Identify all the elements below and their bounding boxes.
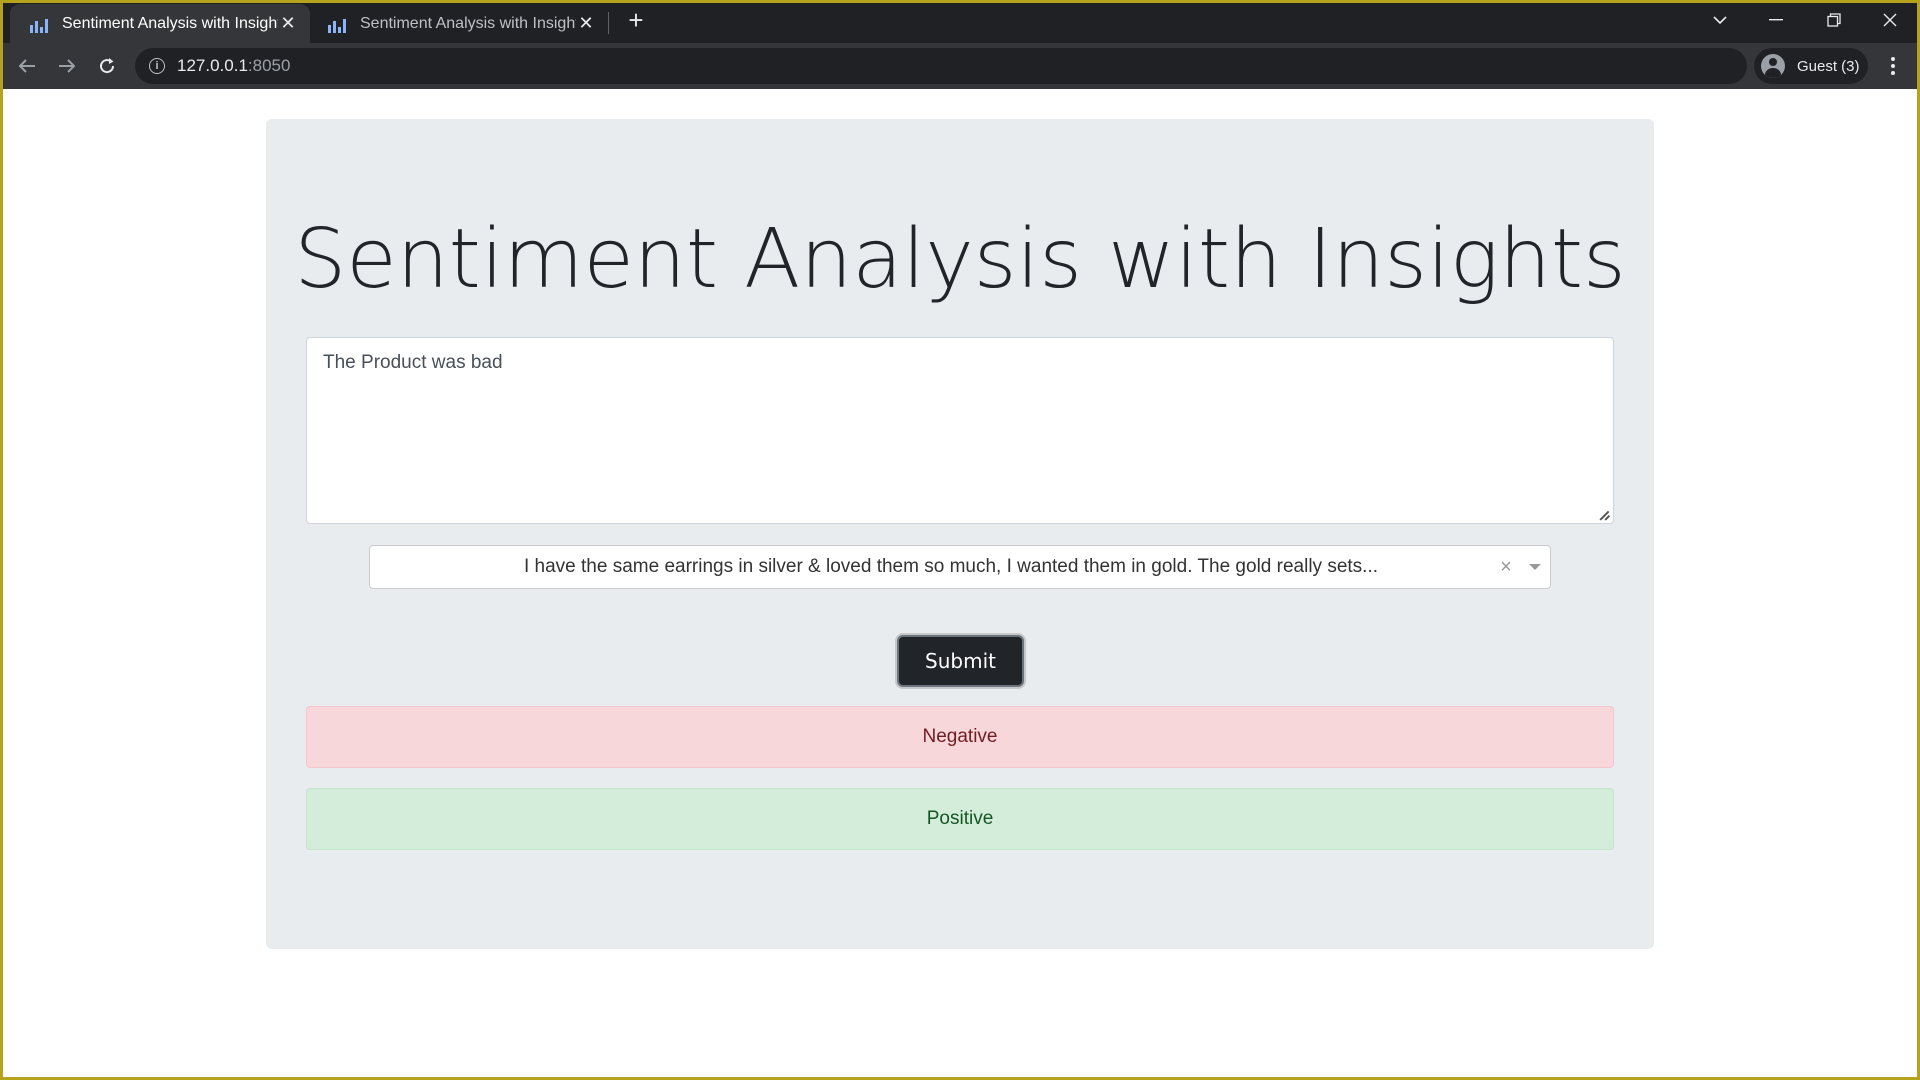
tab-inactive[interactable]: Sentiment Analysis with Insights ✕ [308, 4, 608, 43]
profile-button[interactable]: Guest (3) [1754, 48, 1868, 84]
back-arrow-icon[interactable] [12, 51, 42, 81]
dropdown-arrow-icon[interactable] [1520, 545, 1550, 589]
page-title: Sentiment Analysis with Insights [294, 212, 1626, 307]
tab-search-chevron-icon[interactable] [1692, 0, 1748, 40]
dropdown-selected-value: I have the same earrings in silver & lov… [523, 556, 1379, 577]
tab-title: Sentiment Analysis with Insights [360, 14, 576, 32]
tab-active[interactable]: Sentiment Analysis with Insights ✕ [10, 4, 310, 43]
positive-result-alert: Positive [306, 788, 1614, 850]
negative-result-alert: Negative [306, 706, 1614, 768]
avatar-icon [1761, 54, 1785, 78]
chart-favicon-icon [30, 15, 48, 33]
negative-result-label: Negative [922, 726, 998, 747]
close-icon[interactable]: ✕ [576, 13, 596, 34]
more-menu-icon[interactable] [1880, 51, 1906, 81]
clear-icon[interactable]: × [1492, 556, 1520, 579]
minimize-icon[interactable] [1748, 0, 1804, 40]
tab-title: Sentiment Analysis with Insights [62, 14, 278, 32]
browser-toolbar: i 127.0.0.1:8050 Guest (3) [0, 43, 1920, 89]
site-info-icon[interactable]: i [149, 58, 165, 74]
profile-label: Guest (3) [1797, 57, 1860, 75]
url-host: 127.0.0.1 [177, 56, 248, 75]
resize-grip-icon[interactable] [1600, 510, 1610, 520]
tab-separator [608, 12, 609, 34]
address-bar[interactable]: i 127.0.0.1:8050 [135, 48, 1747, 84]
browser-tab-bar: Sentiment Analysis with Insights ✕ Senti… [0, 0, 1920, 43]
forward-arrow-icon[interactable] [52, 51, 82, 81]
review-dropdown[interactable]: I have the same earrings in silver & lov… [369, 545, 1551, 589]
positive-result-label: Positive [926, 808, 994, 829]
submit-button[interactable]: Submit [897, 635, 1024, 687]
url-port: :8050 [247, 56, 291, 75]
chart-favicon-icon [328, 15, 346, 33]
reload-icon[interactable] [92, 51, 122, 81]
restore-icon[interactable] [1806, 0, 1862, 40]
close-icon[interactable]: ✕ [278, 13, 298, 34]
review-textarea[interactable]: The Product was bad [306, 337, 1614, 524]
new-tab-plus-icon[interactable]: + [622, 5, 650, 35]
window-close-icon[interactable] [1862, 0, 1918, 40]
